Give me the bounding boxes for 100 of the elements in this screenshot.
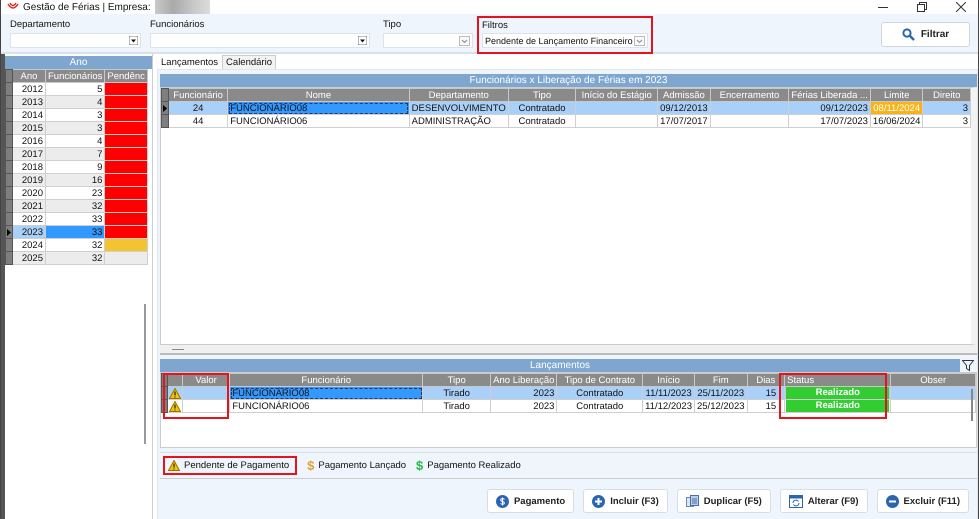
table-cell: 3 <box>922 102 970 114</box>
action-button[interactable]: Excluir (F11) <box>876 489 969 513</box>
field-label: Filtros <box>482 20 509 31</box>
column-header[interactable]: Início do Estágio <box>576 88 658 102</box>
warning-icon <box>168 400 181 412</box>
filter-icon[interactable] <box>962 360 974 372</box>
column-header[interactable]: Início <box>642 374 694 386</box>
table-cell: 2019 <box>12 174 46 186</box>
splitter-bar[interactable] <box>160 345 977 355</box>
table-cell: 3 <box>922 114 970 128</box>
dollar-circle-icon <box>496 494 509 508</box>
legend-label: Pagamento Realizado <box>427 460 521 470</box>
table-cell: 44 <box>168 114 228 128</box>
table-cell: 2022 <box>12 212 46 226</box>
table-cell: 2023 <box>490 400 557 412</box>
table-cell: 33 <box>46 226 105 238</box>
table-cell: 32 <box>46 238 105 252</box>
table-cell: Contratado <box>556 400 643 412</box>
table-cell: FUNCIONÁRIO06 <box>228 114 410 128</box>
column-header[interactable]: Departamento <box>409 88 508 102</box>
action-button[interactable]: Incluir (F3) <box>583 489 668 513</box>
table-cell: 4 <box>46 96 105 108</box>
action-button[interactable]: Duplicar (F5) <box>676 489 771 513</box>
table-cell: 3 <box>46 122 105 134</box>
plus-circle-icon <box>592 494 606 508</box>
chevron-down-icon <box>459 36 470 46</box>
tab[interactable]: Calendário <box>222 55 276 69</box>
restore-icon[interactable] <box>917 2 927 12</box>
table-cell: 33 <box>46 212 105 226</box>
table-cell: FUNCIONÁRIO08 <box>230 386 423 400</box>
scroll-bar[interactable] <box>971 389 973 421</box>
column-header[interactable]: Funcionário <box>230 374 423 386</box>
search-icon <box>902 28 915 41</box>
copy-icon <box>686 494 699 508</box>
column-header[interactable]: Tipo <box>508 88 576 102</box>
table-cell: 2014 <box>12 108 46 122</box>
table-cell: 16 <box>46 174 105 186</box>
table-cell: FUNCIONÁRIO08 <box>228 102 410 114</box>
column-header[interactable]: Tipo de Contrato <box>556 374 643 386</box>
column-header[interactable]: Ano Liberação <box>490 374 557 386</box>
table-cell: Tirado <box>422 400 491 412</box>
table-cell: 11/12/2023 <box>642 400 694 412</box>
chevron-down-icon <box>634 36 645 46</box>
column-header[interactable]: Encerramento <box>710 88 789 102</box>
table-cell: 2025 <box>12 252 46 264</box>
grid-title: Lançamentos <box>160 359 960 372</box>
window-title: Gestão de Férias | Empresa: <box>23 2 151 12</box>
column-header[interactable]: Fim <box>694 374 748 386</box>
status-badge: Realizado <box>786 388 890 398</box>
legend-label: Pendente de Pagamento <box>184 460 290 470</box>
table-cell: 32 <box>46 200 105 212</box>
close-icon[interactable] <box>956 2 966 12</box>
dropdown-field[interactable] <box>10 33 141 48</box>
table-cell: 2017 <box>12 148 46 160</box>
table-cell: 7 <box>46 148 105 160</box>
table-cell: 25/11/2023 <box>694 386 748 400</box>
column-header[interactable]: Obser <box>890 374 976 386</box>
action-button[interactable]: Pagamento <box>486 489 574 513</box>
table-cell: Contratado <box>508 114 576 128</box>
table-cell: 24 <box>168 102 228 114</box>
table-cell: 23 <box>46 186 105 200</box>
table-cell: 16/06/2024 <box>870 114 923 128</box>
scroll-bar[interactable] <box>144 304 146 444</box>
table-cell: 17/07/2017 <box>658 114 710 128</box>
column-header[interactable]: Dias <box>747 374 785 386</box>
column-header[interactable]: Limite <box>870 88 923 102</box>
table-cell: 11/11/2023 <box>642 386 694 400</box>
table-cell: 09/12/2013 <box>658 102 710 114</box>
minus-circle-icon <box>886 494 898 508</box>
table-cell: 4 <box>46 134 105 148</box>
dropdown-field[interactable] <box>383 33 473 48</box>
table-cell: 2023 <box>490 386 557 400</box>
table-cell: 5 <box>46 82 105 96</box>
column-header[interactable]: Funcionário <box>168 88 228 102</box>
filter-button[interactable]: Filtrar <box>881 22 970 47</box>
dropdown-field[interactable]: Pendente de Lançamento Financeiro <box>482 33 648 48</box>
column-header[interactable]: Admissão <box>658 88 710 102</box>
table-cell: 2018 <box>12 160 46 174</box>
column-header[interactable]: Pendênc <box>104 70 148 82</box>
table-cell: 2023 <box>12 226 46 238</box>
column-header[interactable]: Férias Liberada ... <box>788 88 870 102</box>
dropdown-arrow-icon <box>358 36 367 45</box>
dropdown-field[interactable] <box>150 33 370 48</box>
dropdown-arrow-icon <box>129 36 138 45</box>
legend-label: Pagamento Lançado <box>318 460 406 470</box>
dollar-icon: $ <box>307 458 314 472</box>
table-cell: 2020 <box>12 186 46 200</box>
column-header[interactable]: Direito <box>922 88 970 102</box>
column-header[interactable]: Nome <box>228 88 410 102</box>
table-cell: 9 <box>46 160 105 174</box>
action-button[interactable]: Alterar (F9) <box>780 489 868 513</box>
column-header[interactable]: Ano <box>12 70 46 82</box>
warning-icon <box>168 388 181 398</box>
table-cell: 2015 <box>12 122 46 134</box>
column-header[interactable]: Tipo <box>422 374 491 386</box>
column-header[interactable]: Funcionários <box>46 70 105 82</box>
table-cell: Tirado <box>422 386 491 400</box>
row-pointer-icon <box>7 228 11 236</box>
field-label: Funcionários <box>150 19 206 30</box>
field-label: Departamento <box>10 19 72 30</box>
